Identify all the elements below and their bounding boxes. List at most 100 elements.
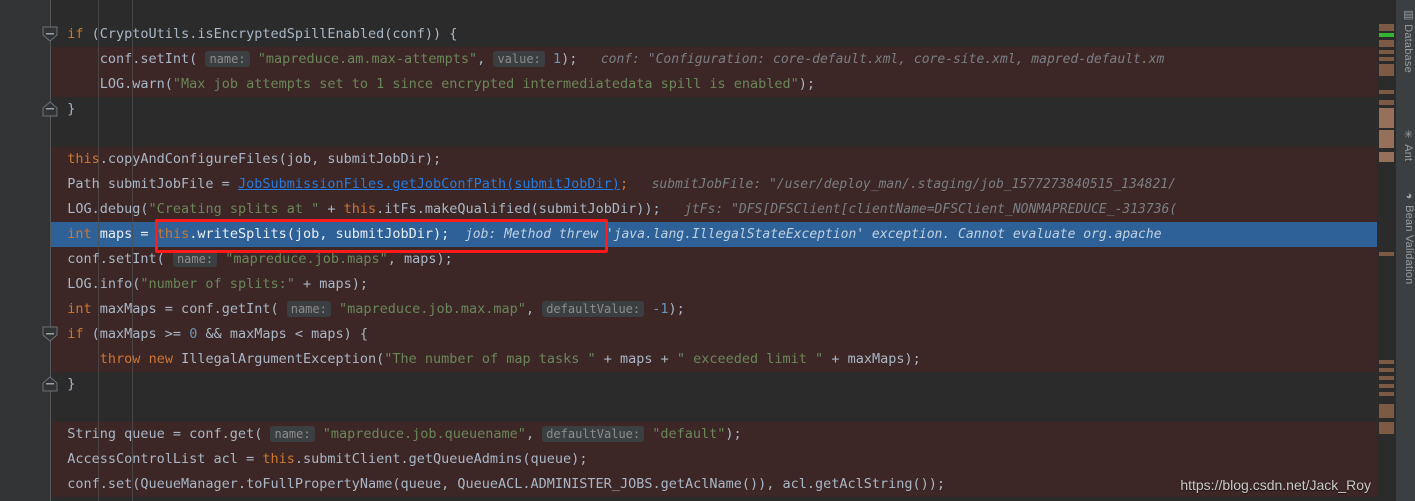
- code-token: Path submitJobFile =: [51, 176, 238, 192]
- error-stripe-marker[interactable]: [1379, 33, 1394, 37]
- code-token: maxMaps = conf.getInt(: [91, 301, 279, 317]
- code-line[interactable]: String queue = conf.get( name: "mapreduc…: [51, 422, 1377, 447]
- error-stripe-marker[interactable]: [1379, 108, 1394, 128]
- code-token: this: [262, 451, 295, 467]
- code-token: 1: [552, 51, 562, 67]
- watermark-url: https://blog.csdn.net/Jack_Roy: [1180, 477, 1371, 493]
- code-line[interactable]: LOG.info("number of splits:" + maps);: [51, 272, 1377, 297]
- fold-region-end-icon[interactable]: [41, 376, 59, 392]
- ant-icon: ✳: [1402, 128, 1414, 142]
- code-line[interactable]: [51, 397, 1377, 422]
- code-line[interactable]: Path submitJobFile = JobSubmissionFiles.…: [51, 172, 1377, 197]
- code-line[interactable]: conf.setInt( name: "mapreduce.job.maps",…: [51, 247, 1377, 272]
- tool-window-ant[interactable]: ✳ Ant: [1396, 128, 1415, 161]
- code-token: "number of splits:": [140, 276, 295, 292]
- code-token: int: [67, 226, 92, 242]
- code-token: AccessControlList acl =: [51, 451, 263, 467]
- code-line[interactable]: conf.setInt( name: "mapreduce.am.max-att…: [51, 47, 1377, 72]
- error-stripe-marker[interactable]: [1379, 368, 1394, 372]
- code-token: ,: [525, 426, 543, 442]
- code-line[interactable]: AccessControlList acl = this.submitClien…: [51, 447, 1377, 472]
- code-token: (maxMaps >=: [83, 326, 190, 342]
- error-stripe-marker[interactable]: [1379, 252, 1394, 256]
- error-stripe-marker[interactable]: [1379, 50, 1394, 54]
- code-token: conf.setInt(: [51, 51, 198, 67]
- code-line[interactable]: if (CryptoUtils.isEncryptedSpillEnabled(…: [51, 22, 1377, 47]
- error-stripe-marker[interactable]: [1379, 100, 1394, 105]
- code-line[interactable]: this.copyAndConfigureFiles(job, submitJo…: [51, 147, 1377, 172]
- code-token: new: [148, 351, 173, 367]
- code-line[interactable]: conf.set(QueueManager.toFullPropertyName…: [51, 472, 1377, 497]
- code-line[interactable]: throw new IllegalArgumentException("The …: [51, 347, 1377, 372]
- code-token: , maps);: [387, 251, 453, 267]
- code-line[interactable]: if (maxMaps >= 0 && maxMaps < maps) {: [51, 322, 1377, 347]
- error-stripe-marker[interactable]: [1379, 422, 1394, 434]
- code-editor[interactable]: if (CryptoUtils.isEncryptedSpillEnabled(…: [51, 0, 1377, 501]
- ide-editor-window: if (CryptoUtils.isEncryptedSpillEnabled(…: [0, 0, 1415, 501]
- parameter-name-hint: name:: [172, 251, 218, 267]
- method-link: JobSubmissionFiles.getJobConfPath(submit…: [237, 176, 620, 192]
- code-line[interactable]: int maxMaps = conf.getInt( name: "mapred…: [51, 297, 1377, 322]
- code-token: this: [343, 201, 377, 217]
- code-token: .writeSplits(job, submitJobDir);: [189, 226, 450, 242]
- code-line[interactable]: LOG.debug("Creating splits at " + this.i…: [51, 197, 1377, 222]
- code-token: this: [156, 226, 190, 242]
- error-stripe-marker[interactable]: [1379, 90, 1394, 94]
- tool-window-bean-validation[interactable]: ◕ Bean Validation: [1396, 190, 1415, 284]
- code-token: IllegalArgumentException(: [172, 351, 385, 367]
- code-token: "The number of map tasks ": [384, 351, 596, 367]
- code-token: throw: [99, 351, 141, 367]
- error-stripe-marker[interactable]: [1379, 360, 1394, 364]
- error-stripe-marker[interactable]: [1379, 384, 1394, 388]
- code-line[interactable]: [51, 122, 1377, 147]
- error-stripe-marker[interactable]: [1379, 376, 1394, 380]
- code-token: " exceeded limit ": [676, 351, 824, 367]
- fold-region-end-icon[interactable]: [41, 101, 59, 117]
- inline-debug-value: jtFs: "DFS[DFSClient[clientName=DFSClien…: [660, 202, 1178, 217]
- code-token: ,: [477, 51, 494, 67]
- tool-window-database-label: Database: [1402, 24, 1414, 73]
- tool-window-ant-label: Ant: [1402, 144, 1414, 162]
- tool-window-database[interactable]: ▤ Database: [1396, 8, 1415, 73]
- error-stripe-marker[interactable]: [1379, 40, 1394, 47]
- code-line[interactable]: }: [51, 97, 1377, 122]
- code-line[interactable]: }: [51, 372, 1377, 397]
- code-token: .copyAndConfigureFiles(job, submitJobDir…: [99, 151, 442, 167]
- code-token: (CryptoUtils.isEncryptedSpillEnabled(con…: [83, 26, 458, 42]
- code-token: && maxMaps < maps) {: [197, 326, 369, 342]
- code-token: "mapreduce.am.max-attempts": [257, 51, 478, 67]
- code-token: LOG.warn(: [51, 76, 173, 92]
- error-stripe-marker[interactable]: [1379, 57, 1394, 61]
- error-stripe-marker[interactable]: [1379, 392, 1394, 396]
- fold-region-start-icon[interactable]: [41, 326, 59, 342]
- code-line[interactable]: LOG.warn("Max job attempts set to 1 sinc…: [51, 72, 1377, 97]
- database-icon: ▤: [1402, 8, 1414, 22]
- right-tool-window-bar[interactable]: ▤ Database ✳ Ant ◕ Bean Validation: [1395, 0, 1415, 501]
- fold-region-start-icon[interactable]: [41, 26, 59, 42]
- code-token: maps =: [91, 226, 157, 242]
- code-token: );: [725, 426, 742, 442]
- error-stripe-marker[interactable]: [1379, 404, 1394, 418]
- inline-debug-value: conf: "Configuration: core-default.xml, …: [577, 52, 1165, 67]
- error-stripe-marker[interactable]: [1379, 152, 1394, 162]
- editor-gutter[interactable]: [0, 0, 50, 501]
- error-stripe-marker[interactable]: [1379, 24, 1394, 31]
- parameter-name-hint: value:: [493, 51, 545, 67]
- code-token: if: [67, 26, 84, 42]
- parameter-name-hint: defaultValue:: [542, 426, 645, 442]
- error-stripe-scrollbar[interactable]: [1377, 0, 1396, 501]
- code-token: conf.setInt(: [51, 251, 165, 267]
- error-stripe-marker[interactable]: [1379, 64, 1394, 76]
- code-token: + maps);: [294, 276, 368, 292]
- code-line[interactable]: int maps = this.writeSplits(job, submitJ…: [51, 222, 1377, 247]
- inline-debug-value: job: Method threw 'java.lang.IllegalStat…: [449, 227, 1162, 242]
- error-stripe-marker[interactable]: [1379, 130, 1394, 148]
